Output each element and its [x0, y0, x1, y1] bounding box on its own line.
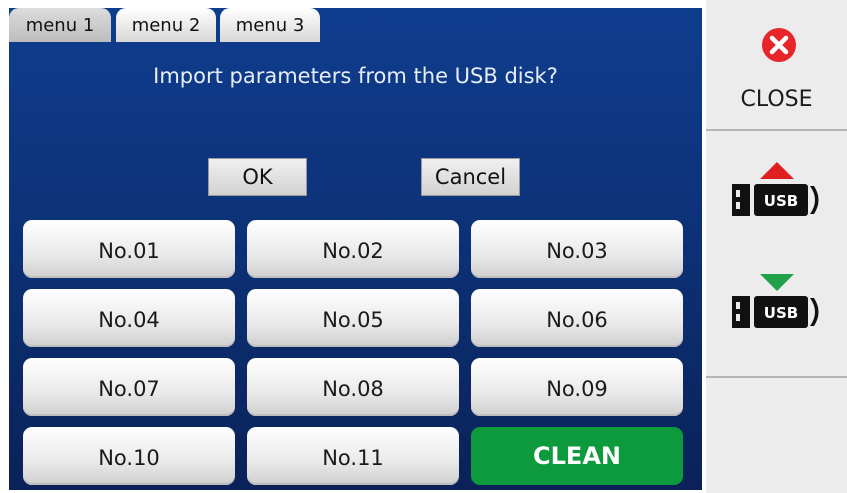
preset-button-04[interactable]: No.04 [23, 289, 235, 347]
sidebar: CLOSE USB USB [706, 0, 847, 493]
preset-button-08[interactable]: No.08 [247, 358, 459, 416]
usb-import-icon: USB [732, 184, 819, 216]
close-button[interactable]: CLOSE [706, 0, 847, 128]
cancel-button[interactable]: Cancel [421, 158, 520, 196]
import-prompt: Import parameters from the USB disk? [153, 64, 558, 88]
sidebar-divider [706, 129, 847, 131]
clean-button[interactable]: CLEAN [471, 427, 683, 485]
preset-button-01[interactable]: No.01 [23, 220, 235, 278]
preset-button-10[interactable]: No.10 [23, 427, 235, 485]
usb-import-text: USB [764, 192, 798, 210]
usb-export-icon: USB [732, 296, 819, 328]
preset-button-06[interactable]: No.06 [471, 289, 683, 347]
up-arrow-icon [760, 162, 794, 179]
preset-button-09[interactable]: No.09 [471, 358, 683, 416]
down-arrow-icon [760, 274, 794, 291]
close-icon [762, 28, 796, 62]
usb-import-button[interactable]: USB [706, 150, 847, 250]
main-panel: menu 1 menu 2 menu 3 Import parameters f… [9, 8, 702, 490]
tab-menu-1[interactable]: menu 1 [9, 8, 111, 42]
preset-button-07[interactable]: No.07 [23, 358, 235, 416]
preset-grid: No.01 No.02 No.03 No.04 No.05 No.06 No.0… [23, 220, 689, 485]
sidebar-divider [706, 376, 847, 378]
preset-button-05[interactable]: No.05 [247, 289, 459, 347]
tab-menu-2[interactable]: menu 2 [116, 8, 216, 42]
tab-menu-3[interactable]: menu 3 [220, 8, 320, 42]
preset-button-03[interactable]: No.03 [471, 220, 683, 278]
ok-button[interactable]: OK [208, 158, 307, 196]
usb-export-text: USB [764, 304, 798, 322]
preset-button-11[interactable]: No.11 [247, 427, 459, 485]
usb-export-button[interactable]: USB [706, 262, 847, 362]
preset-button-02[interactable]: No.02 [247, 220, 459, 278]
close-label: CLOSE [740, 87, 813, 112]
